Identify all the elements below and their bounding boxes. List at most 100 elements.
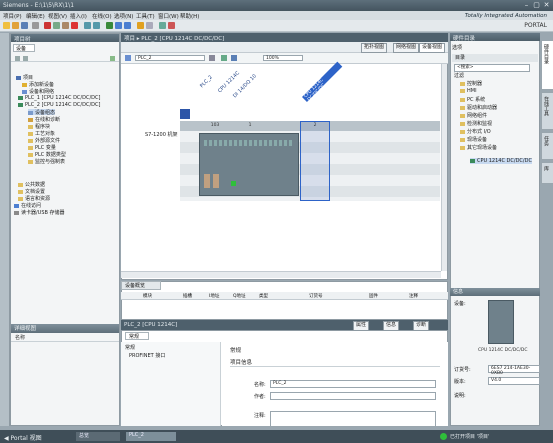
menu-view[interactable]: 视图(V) bbox=[48, 12, 67, 20]
go-online-icon[interactable] bbox=[137, 22, 144, 29]
catalog-pc-systems[interactable]: PC 系统 bbox=[460, 96, 485, 103]
field-author-input[interactable] bbox=[270, 392, 436, 400]
grid-icon[interactable] bbox=[221, 55, 227, 61]
tree-grid-icon[interactable] bbox=[110, 56, 115, 61]
catalog-filter-checkbox[interactable]: 过滤 bbox=[454, 72, 464, 79]
paste-icon[interactable] bbox=[62, 22, 69, 29]
menu-project[interactable]: 项目(P) bbox=[3, 12, 22, 20]
menu-options[interactable]: 选项(N) bbox=[114, 12, 133, 20]
tree-item-card-reader[interactable]: 读卡器/USB 存储器 bbox=[14, 209, 65, 216]
tree-item-plc2[interactable]: PLC_2 [CPU 1214C DC/DC/DC] bbox=[18, 102, 100, 108]
tree-item-tech-objects[interactable]: 工艺对象 bbox=[28, 130, 55, 137]
network-view-button[interactable]: 网络视图 bbox=[393, 43, 420, 53]
catalog-search-input[interactable]: <搜索> bbox=[454, 64, 530, 72]
download-icon[interactable] bbox=[115, 22, 122, 29]
tree-item-languages[interactable]: 语言和资源 bbox=[18, 195, 50, 202]
tree-item-program-blocks[interactable]: 程序块 bbox=[28, 123, 50, 130]
tree-item-online-diag[interactable]: 在线和诊断 bbox=[28, 116, 60, 123]
catalog-network[interactable]: 网络组件 bbox=[460, 112, 487, 119]
tree-back-icon[interactable] bbox=[15, 56, 20, 61]
device-overview-tab[interactable]: 设备概览 bbox=[121, 281, 161, 290]
menu-window[interactable]: 窗口(W) bbox=[158, 12, 179, 20]
catalog-field-devices[interactable]: 现场设备 bbox=[460, 136, 487, 143]
menu-insert[interactable]: 插入(I) bbox=[70, 12, 87, 20]
nav-profinet[interactable]: PROFINET 接口 bbox=[129, 352, 165, 359]
redo-icon[interactable] bbox=[93, 22, 100, 29]
editor-vertical-scrollbar[interactable] bbox=[441, 64, 447, 271]
catalog-detect[interactable]: 检测和监视 bbox=[460, 120, 492, 127]
maximize-button[interactable]: ▢ bbox=[532, 1, 541, 9]
catalog-hmi[interactable]: HMI bbox=[460, 88, 477, 94]
device-view-button[interactable]: 设备视图 bbox=[419, 43, 446, 53]
new-project-icon[interactable] bbox=[3, 22, 10, 29]
cpu-module[interactable] bbox=[199, 133, 299, 196]
field-comment-input[interactable] bbox=[270, 411, 436, 427]
tree-item-plc-tags[interactable]: PLC 变量 bbox=[28, 144, 56, 151]
vtab-online-tools[interactable]: 在线工具 bbox=[541, 92, 553, 130]
tree-forward-icon[interactable] bbox=[23, 56, 28, 61]
info-section-header[interactable]: 信息 bbox=[450, 288, 540, 296]
portal-view-button[interactable]: ◀ Portal 视图 bbox=[4, 433, 42, 442]
selected-slot[interactable] bbox=[300, 121, 330, 201]
menu-tools[interactable]: 工具(T) bbox=[136, 12, 155, 20]
tree-item-device-config[interactable]: 设备组态 bbox=[28, 109, 56, 116]
zoom-select[interactable]: 100% bbox=[263, 55, 303, 61]
tree-item-project[interactable]: 项目 bbox=[16, 74, 33, 81]
properties-sub-title: 项目信息 bbox=[230, 360, 253, 366]
save-project-icon[interactable] bbox=[21, 22, 28, 29]
stop-cpu-icon[interactable] bbox=[168, 22, 175, 29]
tree-item-doc-settings[interactable]: 文档设置 bbox=[18, 188, 45, 195]
undo-icon[interactable] bbox=[84, 22, 91, 29]
zoom-icon[interactable] bbox=[231, 55, 237, 61]
column-q-address: Q地址 bbox=[233, 294, 246, 299]
plc-editor-tab[interactable]: PLC_2 bbox=[126, 432, 176, 441]
topology-view-button[interactable]: 拓扑视图 bbox=[361, 43, 388, 53]
folder-icon bbox=[28, 131, 33, 136]
tree-item-plc1[interactable]: PLC_1 [CPU 1214C DC/DC/DC] bbox=[18, 95, 100, 101]
vtab-libraries[interactable]: 库 bbox=[541, 162, 553, 184]
print-icon[interactable] bbox=[32, 22, 39, 29]
delete-icon[interactable] bbox=[71, 22, 78, 29]
device-select[interactable]: PLC_2 bbox=[135, 55, 205, 61]
upload-icon[interactable] bbox=[124, 22, 131, 29]
diagnostics-icon bbox=[28, 117, 33, 122]
compile-icon[interactable] bbox=[106, 22, 113, 29]
tree-item-devices-networks[interactable]: 设备和网络 bbox=[22, 88, 54, 95]
catalog-dist-io[interactable]: 分布式 I/O bbox=[460, 128, 491, 135]
details-view-header[interactable]: 详细视图 bbox=[11, 324, 119, 333]
info-version-value[interactable]: V4.0 bbox=[488, 377, 540, 385]
close-button[interactable]: ✕ bbox=[542, 1, 551, 9]
general-tab[interactable]: 常规 bbox=[125, 332, 149, 340]
start-cpu-icon[interactable] bbox=[159, 22, 166, 29]
menu-edit[interactable]: 编辑(E) bbox=[26, 12, 45, 20]
catalog-controllers[interactable]: 控制器 bbox=[460, 80, 482, 87]
tree-item-add-device[interactable]: 添加新设备 bbox=[22, 81, 54, 88]
overview-tab[interactable]: 总览 bbox=[76, 432, 120, 441]
nav-general[interactable]: 常规 bbox=[125, 344, 135, 351]
dropdown-icon[interactable] bbox=[209, 55, 215, 61]
open-project-icon[interactable] bbox=[12, 22, 19, 29]
menu-help[interactable]: 帮助(H) bbox=[180, 12, 199, 20]
catalog-other-field[interactable]: 其它现场设备 bbox=[460, 144, 497, 151]
copy-icon[interactable] bbox=[53, 22, 60, 29]
tree-item-online-access[interactable]: 在线访问 bbox=[14, 202, 41, 209]
catalog-selected-cpu[interactable]: CPU 1214C DC/DC/DC bbox=[470, 158, 532, 164]
catalog-options[interactable]: 选项 bbox=[452, 44, 462, 51]
tree-item-plc-datatypes[interactable]: PLC 数据类型 bbox=[28, 151, 66, 158]
minimize-button[interactable]: – bbox=[522, 1, 531, 9]
field-name-input[interactable]: PLC_2 bbox=[270, 380, 436, 388]
catalog-section-header[interactable]: 目录 bbox=[452, 54, 538, 62]
vtab-tasks[interactable]: 任务 bbox=[541, 132, 553, 160]
cut-icon[interactable] bbox=[44, 22, 51, 29]
devices-tab[interactable]: 设备 bbox=[13, 44, 35, 52]
select-device-icon[interactable] bbox=[125, 55, 131, 61]
tree-item-ext-sources[interactable]: 外部源文件 bbox=[28, 137, 60, 144]
catalog-drives[interactable]: 驱动和启动器 bbox=[460, 104, 497, 111]
menu-online[interactable]: 在线(O) bbox=[92, 12, 112, 20]
tree-item-common-data[interactable]: 公共数据 bbox=[18, 181, 45, 188]
editor-horizontal-scrollbar[interactable] bbox=[121, 271, 441, 278]
vtab-hardware-catalog[interactable]: 硬件目录 bbox=[541, 40, 553, 90]
go-offline-icon[interactable] bbox=[146, 22, 153, 29]
editor-tab-title[interactable]: 项目 ▸ PLC_2 [CPU 1214C DC/DC/DC] bbox=[124, 34, 224, 42]
tree-item-watch-tables[interactable]: 监控与强制表 bbox=[28, 158, 65, 165]
